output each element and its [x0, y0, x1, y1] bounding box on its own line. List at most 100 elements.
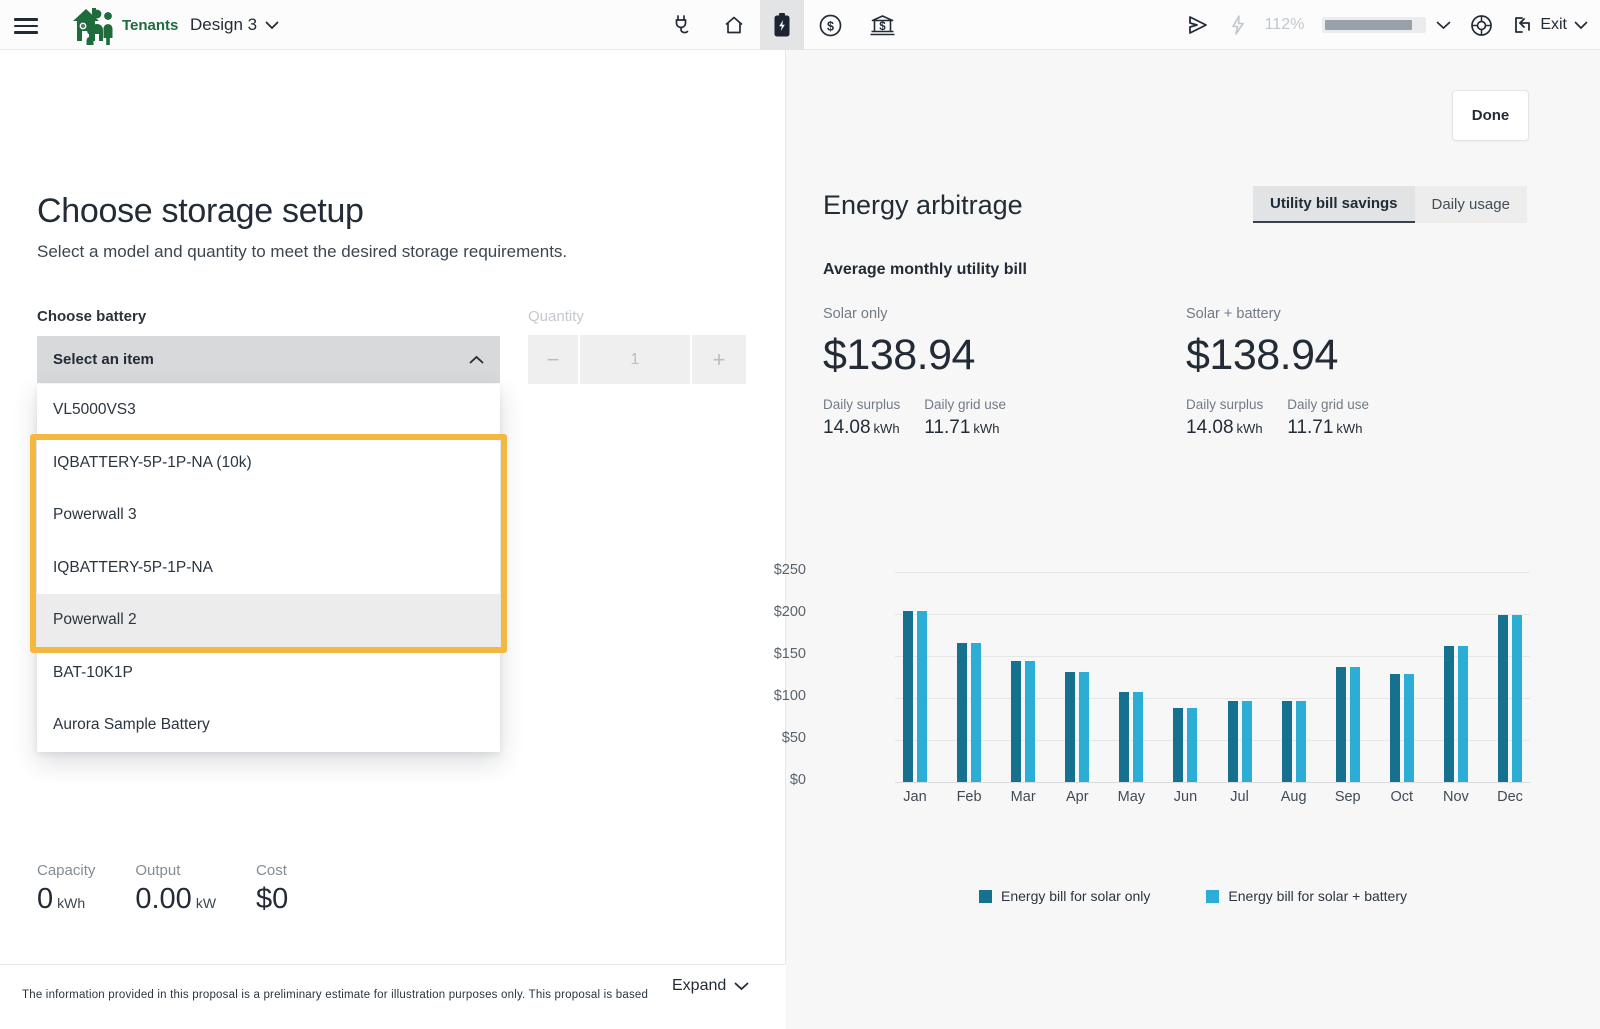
help-lifebuoy-icon[interactable]	[1469, 13, 1494, 38]
bar-aug-series1	[1296, 701, 1306, 782]
legend-label: Energy bill for solar only	[1001, 888, 1150, 904]
stat-value: $0	[256, 883, 288, 915]
stat-unit: kWh	[57, 895, 85, 911]
gridline	[895, 740, 1530, 741]
choose-battery-label: Choose battery	[37, 308, 146, 325]
progress-fill	[1325, 20, 1411, 30]
dropdown-item[interactable]: Powerwall 2	[37, 594, 500, 647]
design-selector[interactable]: Design 3	[190, 0, 279, 50]
x-tick-label: Dec	[1488, 789, 1532, 805]
quantity-increment-button[interactable]: +	[692, 335, 746, 384]
stat-block: Cost$0	[256, 862, 292, 916]
disclaimer-text: The information provided in this proposa…	[22, 989, 652, 1001]
bar-jun-series1	[1187, 708, 1197, 782]
dropdown-item[interactable]: Powerwall 3	[37, 489, 500, 542]
stat-value: 0	[37, 883, 53, 915]
x-tick-label: Aug	[1272, 789, 1316, 805]
bar-may-series0	[1119, 692, 1129, 782]
daily-surplus-label: Daily surplus	[823, 397, 900, 412]
bar-feb-series0	[957, 643, 967, 782]
view-tabs: Utility bill savings Daily usage	[1253, 186, 1527, 223]
battery-select-value: Select an item	[53, 351, 154, 368]
svg-text:$: $	[827, 19, 834, 33]
gridline	[895, 572, 1530, 573]
gridline	[895, 698, 1530, 699]
expand-button[interactable]: Expand	[672, 977, 749, 995]
tab-daily-usage[interactable]: Daily usage	[1415, 186, 1527, 223]
daily-grid-unit: kWh	[1336, 421, 1362, 436]
brand-name: Tenants	[122, 17, 178, 34]
daily-grid-label: Daily grid use	[924, 397, 1006, 412]
legend-item: Energy bill for solar + battery	[1206, 888, 1407, 904]
progress-track[interactable]	[1322, 17, 1426, 33]
chevron-down-icon[interactable]	[1436, 21, 1451, 30]
progress-control[interactable]	[1322, 17, 1451, 33]
battery-icon[interactable]	[760, 0, 804, 50]
y-tick-label: $0	[746, 772, 806, 788]
svg-text:$: $	[879, 20, 886, 32]
chevron-down-icon	[1574, 21, 1588, 30]
daily-surplus-value: 14.08	[1186, 417, 1234, 438]
bar-apr-series1	[1079, 672, 1089, 782]
bar-nov-series1	[1458, 646, 1468, 782]
daily-grid-value: 11.71	[1287, 417, 1333, 438]
bar-may-series1	[1133, 692, 1143, 782]
bank-dollar-icon[interactable]: $	[856, 0, 908, 50]
bar-jul-series0	[1228, 701, 1238, 782]
bill-amount: $138.94	[1186, 331, 1516, 380]
utility-bill-chart: JanFebMarAprMayJunJulAugSepOctNovDec	[895, 572, 1530, 782]
stat-label: Capacity	[37, 862, 95, 879]
energy-arbitrage-panel: Done Energy arbitrage Utility bill savin…	[786, 50, 1600, 1029]
exit-door-icon	[1512, 15, 1533, 35]
x-tick-label: Feb	[947, 789, 991, 805]
dropdown-item[interactable]: IQBATTERY-5P-1P-NA (10k)	[37, 437, 500, 490]
battery-select[interactable]: Select an item	[37, 336, 500, 383]
page-title: Choose storage setup	[37, 192, 364, 231]
design-selector-label: Design 3	[190, 15, 257, 35]
x-tick-label: Jun	[1163, 789, 1207, 805]
send-icon[interactable]	[1185, 13, 1211, 37]
storage-setup-panel: Choose storage setup Select a model and …	[0, 50, 786, 1029]
plug-icon[interactable]	[656, 0, 708, 50]
quantity-stepper: − 1 +	[528, 335, 746, 384]
done-button[interactable]: Done	[1452, 90, 1529, 141]
selection-stats: Capacity0kWhOutput0.00kWCost$0	[37, 862, 292, 916]
bar-sep-series0	[1336, 667, 1346, 782]
dropdown-item[interactable]: IQBATTERY-5P-1P-NA	[37, 542, 500, 595]
bar-mar-series0	[1011, 661, 1021, 782]
gridline	[895, 656, 1530, 657]
stat-block: Capacity 0kWh	[37, 862, 95, 916]
bar-jan-series1	[917, 611, 927, 782]
dropdown-item[interactable]: Aurora Sample Battery	[37, 699, 500, 752]
exit-button[interactable]: Exit	[1512, 15, 1588, 35]
x-tick-label: Sep	[1326, 789, 1370, 805]
dropdown-item[interactable]: BAT-10K1P	[37, 647, 500, 700]
stat-unit: kW	[196, 895, 216, 911]
tenants-house-logo-icon	[70, 4, 116, 46]
dropdown-item[interactable]: VL5000VS3	[37, 384, 500, 437]
bill-amount: $138.94	[823, 331, 1153, 380]
daily-grid-value: 11.71	[924, 417, 970, 438]
bar-feb-series1	[971, 643, 981, 782]
y-tick-label: $50	[746, 730, 806, 746]
home-icon[interactable]	[708, 0, 760, 50]
x-tick-label: Jul	[1218, 789, 1262, 805]
hamburger-menu-icon[interactable]	[14, 14, 38, 36]
chevron-up-icon	[469, 355, 484, 364]
brand-logo: Tenants	[70, 3, 178, 47]
x-tick-label: Mar	[1001, 789, 1045, 805]
x-tick-label: Nov	[1434, 789, 1478, 805]
tab-utility-bill-savings[interactable]: Utility bill savings	[1253, 186, 1415, 223]
chart-legend: Energy bill for solar only Energy bill fo…	[786, 888, 1600, 904]
daily-grid-label: Daily grid use	[1287, 397, 1369, 412]
daily-grid-unit: kWh	[973, 421, 999, 436]
daily-surplus-value: 14.08	[823, 417, 871, 438]
exit-label: Exit	[1540, 16, 1567, 34]
dollar-circle-icon[interactable]: $	[804, 0, 856, 50]
energy-arbitrage-title: Energy arbitrage	[823, 190, 1023, 221]
gridline	[895, 782, 1530, 783]
y-tick-label: $250	[746, 562, 806, 578]
daily-surplus-label: Daily surplus	[1186, 397, 1263, 412]
mode-toolbar: $ $	[656, 0, 908, 50]
quantity-decrement-button[interactable]: −	[528, 335, 578, 384]
